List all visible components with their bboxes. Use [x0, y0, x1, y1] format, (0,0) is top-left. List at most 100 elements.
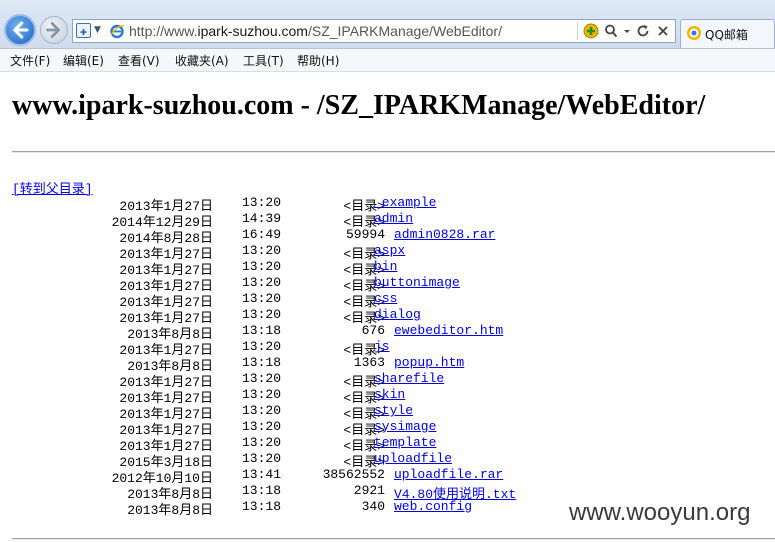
compat-view-icon — [76, 23, 91, 38]
compat-view-button[interactable]: ▼ — [76, 22, 104, 40]
table-row: 2013年1月27日 13:20 <目录> buttonimage — [0, 274, 775, 294]
entry-time: 13:20 — [242, 259, 282, 274]
entry-link[interactable]: popup.htm — [394, 355, 464, 370]
url-text[interactable]: http://www.ipark-suzhou.com/SZ_IPARKMana… — [129, 23, 502, 39]
entry-link[interactable]: sysimage — [374, 419, 436, 434]
table-row: 2013年1月27日 13:20 <目录> _example — [0, 194, 775, 214]
entry-size: 340 — [361, 499, 385, 514]
url-path: /SZ_IPARKManage/WebEditor/ — [307, 23, 502, 39]
entry-link[interactable]: style — [374, 403, 413, 418]
menu-tools[interactable]: 工具(T) — [243, 52, 284, 69]
refresh-icon[interactable] — [635, 23, 651, 39]
entry-time: 13:20 — [242, 387, 282, 402]
entry-link[interactable]: bin — [374, 259, 397, 274]
table-row: 2013年1月27日 13:20 <目录> bin — [0, 258, 775, 278]
tab-label: QQ邮箱 — [705, 28, 748, 42]
entry-time: 13:20 — [242, 307, 282, 322]
forward-button[interactable] — [40, 16, 68, 44]
watermark: www.wooyun.org — [569, 499, 751, 526]
menu-view[interactable]: 查看(V) — [118, 52, 160, 69]
entry-time: 13:20 — [242, 419, 282, 434]
entry-link[interactable]: template — [374, 435, 436, 450]
address-bar[interactable]: ▼ http://www.ipark-suzhou.com/SZ_IPARKMa… — [72, 19, 676, 43]
close-icon[interactable] — [655, 23, 671, 39]
entry-size: 38562552 — [322, 467, 385, 482]
search-icon[interactable] — [603, 23, 619, 39]
entry-link[interactable]: dialog — [374, 307, 421, 322]
menu-edit[interactable]: 编辑(E) — [63, 52, 104, 69]
tab-qq-mail[interactable]: QQ邮箱 — [680, 19, 775, 48]
entry-link[interactable]: ewebeditor.htm — [394, 323, 503, 338]
entry-time: 13:20 — [242, 243, 282, 258]
entry-link[interactable]: sharefile — [374, 371, 444, 386]
entry-link[interactable]: uploadfile — [374, 451, 452, 466]
entry-time: 13:41 — [242, 467, 282, 482]
divider-bottom — [12, 538, 775, 540]
entry-link[interactable]: uploadfile.rar — [394, 467, 503, 482]
table-row: 2013年1月27日 13:20 <目录> template — [0, 434, 775, 454]
entry-time: 13:20 — [242, 195, 282, 210]
url-domain: ipark-suzhou.com — [197, 23, 308, 39]
entry-link[interactable]: admin — [374, 211, 413, 226]
entry-size: 676 — [361, 323, 385, 338]
url-prefix: http://www. — [129, 23, 198, 39]
entry-size: 1363 — [353, 355, 385, 370]
page-title: www.ipark-suzhou.com - /SZ_IPARKManage/W… — [12, 90, 706, 121]
table-row: 2013年1月27日 13:20 <目录> js — [0, 338, 775, 358]
entry-time: 13:20 — [242, 275, 282, 290]
entry-time: 13:20 — [242, 435, 282, 450]
entry-time: 13:20 — [242, 291, 282, 306]
table-row: 2013年1月27日 13:20 <目录> dialog — [0, 306, 775, 326]
table-row: 2013年1月27日 13:20 <目录> skin — [0, 386, 775, 406]
table-row: 2013年1月27日 13:20 <目录> sharefile — [0, 370, 775, 390]
address-separator — [577, 22, 578, 40]
entry-size: 2921 — [353, 483, 385, 498]
table-row: 2013年1月27日 13:20 <目录> style — [0, 402, 775, 422]
dropdown-chevron-icon[interactable] — [623, 23, 631, 39]
entry-link[interactable]: aspx — [374, 243, 405, 258]
back-arrow-icon — [13, 21, 29, 39]
table-row: 2014年8月28日 16:49 59994 admin0828.rar — [0, 226, 775, 246]
table-row: 2013年8月8日 13:18 2921 V4.80使用说明.txt — [0, 482, 775, 502]
qq-mail-icon — [687, 26, 701, 40]
entry-link[interactable]: js — [374, 339, 390, 354]
table-row: 2013年1月27日 13:20 <目录> aspx — [0, 242, 775, 262]
table-row: 2013年8月8日 13:18 1363 popup.htm — [0, 354, 775, 374]
entry-time: 13:20 — [242, 451, 282, 466]
entry-time: 14:39 — [242, 211, 282, 226]
entry-link[interactable]: _example — [374, 195, 436, 210]
forward-arrow-icon — [46, 22, 61, 38]
entry-size: 59994 — [345, 227, 385, 242]
menu-file[interactable]: 文件(F) — [10, 52, 50, 69]
address-tools — [583, 22, 671, 40]
menu-help[interactable]: 帮助(H) — [297, 52, 339, 69]
entry-time: 16:49 — [242, 227, 282, 242]
table-row: 2013年8月8日 13:18 676 ewebeditor.htm — [0, 322, 775, 342]
table-row: 2013年1月27日 13:20 <目录> sysimage — [0, 418, 775, 438]
entry-time: 13:18 — [242, 483, 282, 498]
ie-logo-icon — [110, 24, 125, 39]
entry-time: 13:18 — [242, 355, 282, 370]
menu-bar: 文件(F) 编辑(E) 查看(V) 收藏夹(A) 工具(T) 帮助(H) — [0, 49, 775, 72]
entry-time: 13:20 — [242, 339, 282, 354]
entry-date: 2013年8月8日 — [127, 503, 213, 518]
entry-link[interactable]: skin — [374, 387, 405, 402]
browser-toolbar: ▼ http://www.ipark-suzhou.com/SZ_IPARKMa… — [0, 0, 775, 49]
entry-link[interactable]: web.config — [394, 499, 472, 514]
entry-link[interactable]: admin0828.rar — [394, 227, 495, 242]
menu-favorites[interactable]: 收藏夹(A) — [175, 52, 229, 69]
table-row: 2012年10月10日 13:41 38562552 uploadfile.rar — [0, 466, 775, 486]
table-row: 2015年3月18日 13:20 <目录> uploadfile — [0, 450, 775, 470]
table-row: 2013年1月27日 13:20 <目录> css — [0, 290, 775, 310]
entry-time: 13:20 — [242, 403, 282, 418]
entry-link[interactable]: buttonimage — [374, 275, 460, 290]
entry-time: 13:18 — [242, 323, 282, 338]
entry-time: 13:20 — [242, 371, 282, 386]
chevron-down-icon: ▼ — [94, 25, 101, 35]
table-row: 2014年12月29日 14:39 <目录> admin — [0, 210, 775, 230]
back-button[interactable] — [4, 14, 36, 46]
add-favorite-icon[interactable] — [583, 23, 599, 39]
divider-top — [12, 151, 775, 153]
entry-link[interactable]: css — [374, 291, 397, 306]
entry-time: 13:18 — [242, 499, 282, 514]
